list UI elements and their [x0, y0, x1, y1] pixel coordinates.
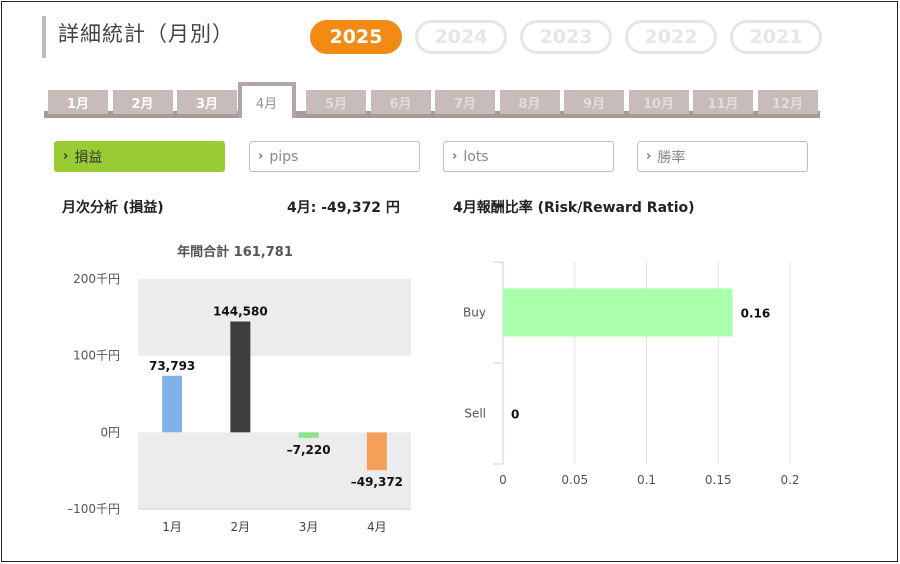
month-tab-9: 9月	[564, 90, 624, 114]
y-tick-label: 200千円	[73, 272, 120, 286]
x-tick-label: 2月	[231, 520, 251, 534]
year-selector: 2025 2024 2023 2022 2021	[310, 20, 822, 54]
x-tick-label: 4月	[367, 520, 387, 534]
x-tick-label: 1月	[162, 520, 182, 534]
y-tick-label: 100千円	[73, 349, 120, 363]
hbar-value-label: 0	[511, 408, 519, 422]
filter-button-3[interactable]: › 勝率	[637, 141, 808, 172]
x-tick-label: 0.1	[637, 473, 656, 487]
bar-value-label: –49,372	[351, 475, 403, 489]
month-tab-5: 5月	[306, 90, 366, 114]
filter-label: pips	[269, 148, 299, 165]
bar-value-label: –7,220	[287, 443, 331, 457]
filter-button-1[interactable]: › pips	[249, 141, 420, 172]
chevron-right-icon: ›	[63, 149, 69, 164]
year-button-2023[interactable]: 2023	[520, 20, 612, 54]
month-tab-11: 11月	[693, 90, 753, 114]
y-tick-label: Buy	[463, 306, 486, 320]
page-title-text: 詳細統計（月別）	[58, 22, 234, 46]
risk-reward-chart: 0 0.05 0.1 0.15 0.2 Buy 0.16 Sell 0	[463, 261, 800, 487]
month-tab-7: 7月	[435, 90, 495, 114]
month-tab-1[interactable]: 1月	[48, 90, 108, 114]
chevron-right-icon: ›	[452, 149, 458, 164]
bar-3月	[298, 432, 319, 438]
x-tick-label: 0	[499, 473, 507, 487]
monthly-profit-chart: 年間合計 161,781 200千円 100千円 0円 –100千円 73,793 1月 14…	[67, 244, 411, 534]
month-profit-value: 4月: -49,372 円	[287, 200, 400, 216]
x-tick-label: 3月	[299, 520, 319, 534]
year-button-2025[interactable]: 2025	[310, 20, 402, 54]
chevron-right-icon: ›	[646, 149, 652, 164]
year-button-2024[interactable]: 2024	[415, 20, 507, 54]
x-tick-label: 0.2	[780, 473, 799, 487]
plot-band-upper	[138, 279, 411, 356]
bar-2月	[230, 321, 251, 433]
filter-button-2[interactable]: › lots	[443, 141, 614, 172]
bar-1月	[162, 375, 183, 433]
bar-value-label: 73,793	[149, 359, 195, 373]
risk-reward-heading: 4月報酬比率 (Risk/Reward Ratio)	[453, 200, 695, 216]
month-tab-4[interactable]: 4月	[237, 82, 296, 118]
filter-button-0[interactable]: › 損益	[54, 141, 225, 172]
y-tick-label: –100千円	[67, 502, 120, 516]
filter-label: lots	[463, 148, 489, 165]
bar-4月	[366, 432, 387, 471]
month-tab-10: 10月	[628, 90, 689, 114]
year-button-2022[interactable]: 2022	[625, 20, 717, 54]
page-title: 詳細統計（月別）	[42, 16, 234, 58]
hbar-Buy	[503, 288, 733, 337]
chart-title: 年間合計 161,781	[177, 244, 293, 260]
month-tab-6: 6月	[370, 90, 431, 114]
chevron-right-icon: ›	[258, 149, 264, 164]
x-tick-label: 0.15	[705, 473, 732, 487]
monthly-analysis-heading: 月次分析 (損益)	[62, 200, 164, 216]
filter-label: 損益	[74, 149, 103, 166]
filter-label: 勝率	[657, 149, 686, 166]
bar-value-label: 144,580	[213, 304, 268, 318]
y-tick-label: 0円	[100, 425, 120, 439]
month-tab-3[interactable]: 3月	[177, 90, 237, 114]
month-tab-2[interactable]: 2月	[112, 90, 173, 114]
x-tick-label: 0.05	[561, 473, 588, 487]
month-tabs: 1月 2月 3月 4月 5月 6月 7月 8月 9月 10月 11月 12月	[44, 82, 820, 118]
y-tick-label: Sell	[464, 407, 486, 421]
year-button-2021[interactable]: 2021	[730, 20, 822, 54]
hbar-value-label: 0.16	[741, 307, 771, 321]
month-tab-12: 12月	[757, 90, 818, 114]
month-tab-8: 8月	[499, 90, 560, 114]
